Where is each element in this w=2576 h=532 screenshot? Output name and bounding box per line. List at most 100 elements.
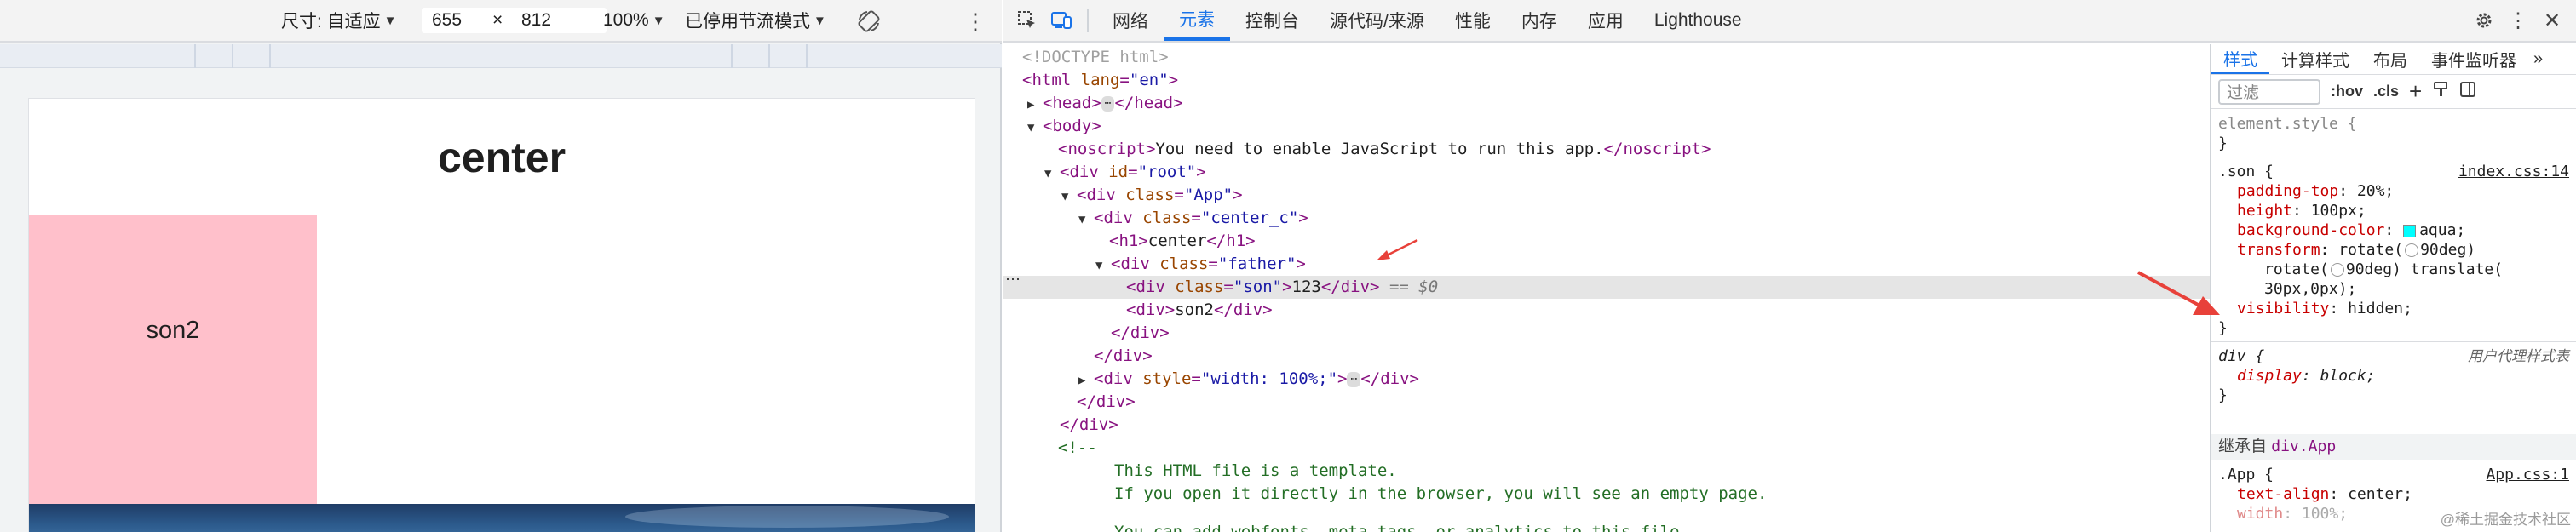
- dom-line[interactable]: ▼ <div class="App">: [1003, 184, 2210, 207]
- hov-toggle[interactable]: :hov: [2331, 83, 2363, 100]
- dom-line[interactable]: </div>: [1003, 345, 2210, 368]
- dom-line-selected[interactable]: <div class="son">123</div> == $0: [1003, 276, 2210, 299]
- caret-down-icon: ▼: [383, 13, 397, 28]
- zoom-dropdown[interactable]: 100% ▼: [603, 10, 665, 31]
- dom-line[interactable]: ▼ <div class="father">: [1003, 253, 2210, 276]
- height-input[interactable]: 812: [511, 8, 607, 33]
- tab-event-listeners[interactable]: 事件监听器: [2419, 44, 2528, 74]
- inspect-element-icon[interactable]: [1010, 0, 1044, 41]
- dom-line[interactable]: <h1>center</h1>: [1003, 230, 2210, 253]
- prop-transform-cont: 30px,0px);: [2264, 280, 2357, 298]
- tab-console[interactable]: 控制台: [1230, 0, 1314, 41]
- expand-arrow-icon: ▶: [1027, 98, 1035, 112]
- device-toolbar: 尺寸: 自适应 ▼ 655 × 812 100% ▼ 已停用节流模式 ▼ ⋮: [0, 0, 1002, 43]
- dom-line[interactable]: </div>: [1003, 391, 2210, 414]
- prop-text-align[interactable]: text-align: center;: [2237, 484, 2412, 504]
- throttle-dropdown[interactable]: 已停用节流模式 ▼: [685, 8, 826, 33]
- ellipsis-icon: ⋯: [1347, 371, 1361, 387]
- dom-tree: <!DOCTYPE html> <html lang="en"> ▶ <head>…: [1003, 44, 2210, 532]
- inherited-from-link[interactable]: div.App: [2271, 438, 2336, 455]
- son-selector[interactable]: .son {: [2218, 162, 2274, 181]
- dom-line[interactable]: </div>: [1003, 414, 2210, 437]
- dom-line[interactable]: ▼ <div class="center_c">: [1003, 207, 2210, 230]
- app-selector[interactable]: .App {: [2218, 465, 2274, 484]
- tab-application[interactable]: 应用: [1573, 0, 1639, 41]
- dom-line[interactable]: <!--: [1003, 437, 2210, 460]
- styles-sidebar: 样式 计算样式 布局 事件监听器 » 过滤 :hov .cls + elemen…: [2210, 44, 2576, 532]
- tab-network[interactable]: 网络: [1097, 0, 1164, 41]
- settings-gear-icon[interactable]: [2467, 0, 2501, 41]
- close-brace: }: [2218, 319, 2228, 337]
- toolbar-divider: [1087, 9, 1089, 32]
- app-source-link[interactable]: App.css:1: [2486, 465, 2569, 484]
- father-box: [29, 215, 317, 504]
- watermark: @稀土掘金技术社区: [2440, 512, 2571, 528]
- prop-transform[interactable]: transform: rotate(90deg): [2237, 240, 2475, 260]
- div-selector[interactable]: div {: [2218, 346, 2264, 366]
- caret-down-icon: ▼: [652, 13, 665, 28]
- device-toggle-icon[interactable]: [1044, 0, 1078, 41]
- tab-layout[interactable]: 布局: [2361, 44, 2419, 74]
- annotation-arrow: [2137, 271, 2220, 315]
- collapse-arrow-icon: ▼: [1044, 167, 1052, 180]
- collapse-arrow-icon: ▼: [1027, 121, 1035, 134]
- device-emulation-panel: 尺寸: 自适应 ▼ 655 × 812 100% ▼ 已停用节流模式 ▼ ⋮ c…: [0, 0, 1002, 532]
- dimensions-label: 尺寸: 自适应: [281, 12, 381, 31]
- sidebar-toggle-icon[interactable]: [2459, 81, 2476, 103]
- dom-line[interactable]: <html lang="en">: [1003, 69, 2210, 92]
- tab-performance[interactable]: 性能: [1440, 0, 1506, 41]
- dom-line[interactable]: This HTML file is a template.: [1003, 460, 2210, 483]
- zoom-label: 100%: [603, 10, 649, 30]
- tab-sources[interactable]: 源代码/来源: [1314, 0, 1440, 41]
- user-agent-stylesheet-label: 用户代理样式表: [2468, 348, 2569, 364]
- page-viewport: center son2: [29, 99, 975, 532]
- close-brace: }: [2218, 386, 2228, 404]
- dom-line[interactable]: You can add webfonts, meta tags, or anal…: [1003, 521, 2210, 532]
- inherited-from-header: 继承自 div.App: [2211, 434, 2576, 460]
- dom-line[interactable]: If you open it directly in the browser, …: [1003, 483, 2210, 506]
- tab-lighthouse[interactable]: Lighthouse: [1639, 0, 1757, 41]
- prop-padding-top[interactable]: padding-top: 20%;: [2237, 181, 2394, 201]
- dom-line[interactable]: ▼ <body>: [1003, 115, 2210, 138]
- tab-elements[interactable]: 元素: [1164, 0, 1230, 41]
- element-style-selector[interactable]: element.style {: [2218, 114, 2357, 134]
- dom-line[interactable]: </div>: [1003, 322, 2210, 345]
- throttle-label: 已停用节流模式: [685, 12, 810, 31]
- more-options-icon[interactable]: ⋮: [964, 9, 986, 35]
- styles-filter-bar: 过滤 :hov .cls +: [2211, 75, 2576, 109]
- prop-height[interactable]: height: 100px;: [2237, 201, 2366, 220]
- devtools-tabbar: 网络 元素 控制台 源代码/来源 性能 内存 应用 Lighthouse ⋮ ✕: [1003, 0, 2576, 43]
- dom-line[interactable]: ▼ <div id="root">: [1003, 161, 2210, 184]
- selected-row-dots-icon[interactable]: ⋯: [1005, 271, 1021, 289]
- prop-width[interactable]: width: 100%;: [2237, 504, 2348, 523]
- close-brace: }: [2218, 134, 2228, 152]
- cls-toggle[interactable]: .cls: [2373, 83, 2399, 100]
- dom-line[interactable]: <div>son2</div>: [1003, 299, 2210, 322]
- dimensions-dropdown[interactable]: 尺寸: 自适应 ▼: [281, 8, 397, 33]
- add-rule-icon[interactable]: +: [2409, 78, 2422, 105]
- color-swatch-icon: [2403, 224, 2417, 237]
- more-options-icon[interactable]: ⋮: [2501, 0, 2535, 41]
- close-icon[interactable]: ✕: [2535, 0, 2569, 41]
- prop-display[interactable]: display: block;: [2237, 366, 2376, 386]
- caret-down-icon: ▼: [814, 13, 826, 28]
- paint-brush-icon[interactable]: [2432, 81, 2449, 103]
- dom-line[interactable]: ▶ <head> ⋯ </head>: [1003, 92, 2210, 115]
- prop-visibility[interactable]: visibility: hidden;: [2237, 299, 2412, 318]
- styles-tabbar: 样式 计算样式 布局 事件监听器 »: [2211, 44, 2576, 75]
- prop-background-color[interactable]: background-color: aqua;: [2237, 220, 2465, 240]
- tab-memory[interactable]: 内存: [1506, 0, 1573, 41]
- dom-line[interactable]: <!DOCTYPE html>: [1003, 46, 2210, 69]
- background-image: [29, 504, 975, 532]
- more-tabs-icon[interactable]: »: [2528, 44, 2548, 74]
- tab-styles[interactable]: 样式: [2211, 44, 2269, 74]
- media-query-ruler: [0, 44, 1002, 68]
- dom-line[interactable]: ▶ <div style="width: 100%;"> ⋯ </div>: [1003, 368, 2210, 391]
- tab-computed[interactable]: 计算样式: [2269, 44, 2361, 74]
- rotate-icon[interactable]: [855, 8, 883, 40]
- son2-text: son2: [146, 317, 200, 344]
- dom-line[interactable]: <noscript>You need to enable JavaScript …: [1003, 138, 2210, 161]
- son-source-link[interactable]: index.css:14: [2458, 162, 2569, 181]
- angle-icon: [2330, 263, 2344, 277]
- filter-input[interactable]: 过滤: [2218, 78, 2320, 105]
